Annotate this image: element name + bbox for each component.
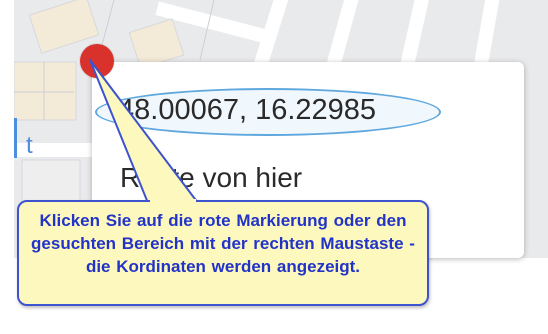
callout-text: Klicken Sie auf die rote Markierung oder… bbox=[31, 211, 415, 276]
instruction-callout: Klicken Sie auf die rote Markierung oder… bbox=[17, 200, 429, 306]
